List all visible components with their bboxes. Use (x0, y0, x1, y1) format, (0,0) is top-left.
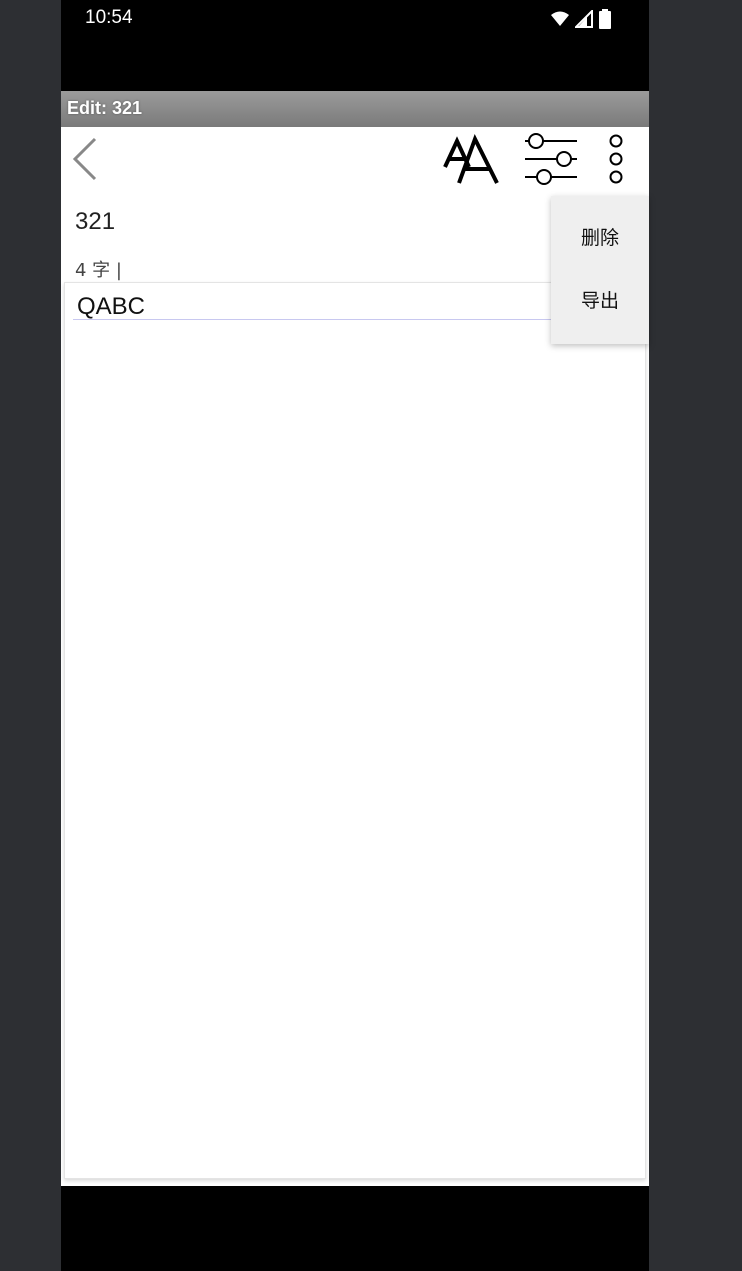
font-size-icon (443, 133, 499, 184)
back-arrow-icon (72, 137, 97, 181)
font-size-button[interactable] (441, 131, 505, 191)
menu-item-delete[interactable]: 删除 (551, 208, 649, 268)
settings-button[interactable] (523, 131, 579, 191)
more-vertical-icon (609, 134, 623, 184)
status-icons (551, 9, 611, 29)
toolbar (61, 127, 649, 197)
note-title[interactable]: 321 (75, 208, 115, 236)
signal-icon (575, 10, 593, 28)
navigation-bar (61, 1186, 649, 1271)
note-editor[interactable]: QABC (64, 282, 646, 1179)
window-title: Edit: 321 (67, 98, 143, 118)
overflow-menu: 删除 导出 (551, 196, 649, 344)
editor-screen: 321 4 字 | QABC 删除 导出 (61, 127, 649, 1186)
editor-text[interactable]: QABC (77, 293, 145, 321)
status-bar: 10:54 (61, 0, 649, 40)
sliders-icon (525, 133, 577, 185)
wifi-icon (551, 11, 569, 26)
title-bar: Edit: 321 (61, 91, 649, 127)
more-options-button[interactable] (601, 131, 631, 191)
back-button[interactable] (69, 135, 109, 185)
battery-icon (599, 9, 611, 29)
status-time: 10:54 (85, 7, 133, 28)
phone-screen: 10:54 Edit: 321 321 4 字 | QABC 删除 导出 (61, 0, 649, 1271)
char-count: 4 字 | (75, 260, 122, 281)
menu-item-export[interactable]: 导出 (551, 271, 649, 331)
